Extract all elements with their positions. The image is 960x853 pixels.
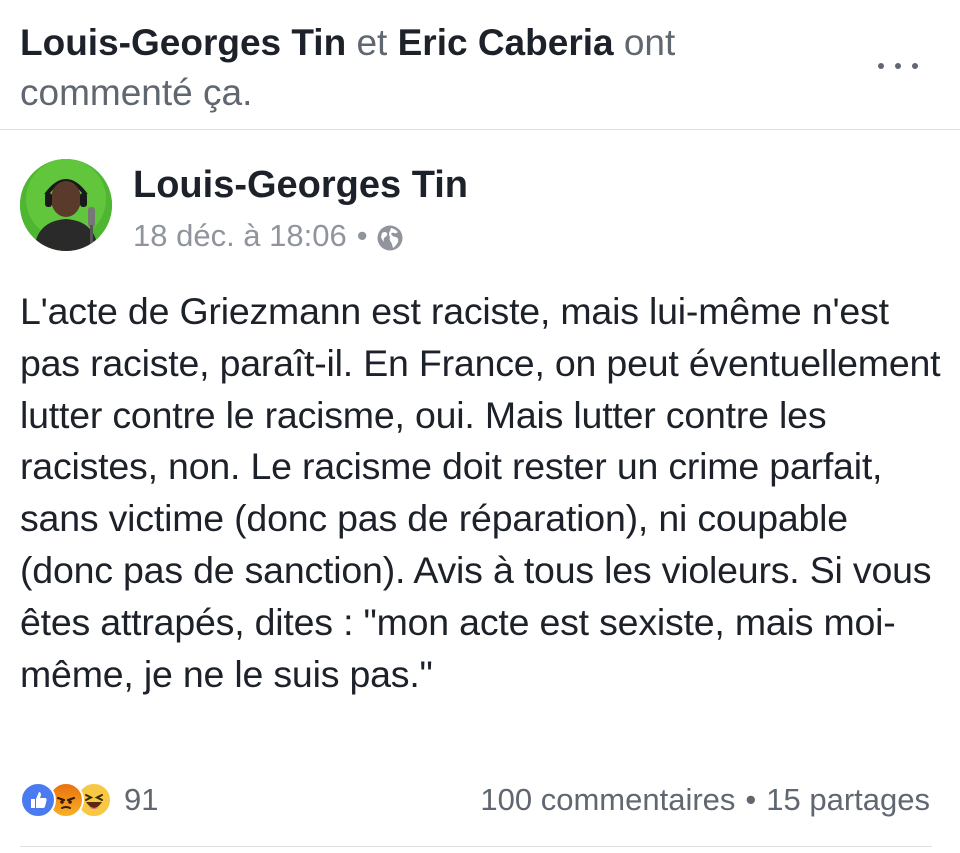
- story-action-1: ont: [623, 22, 676, 63]
- actor-1-link[interactable]: Louis-Georges Tin: [20, 22, 346, 63]
- counts-separator: •: [745, 782, 757, 817]
- engagement-counts: 100 commentaires • 15 partages: [480, 780, 930, 820]
- post-author[interactable]: Louis-Georges Tin: [133, 163, 468, 207]
- post-body: L'acte de Griezmann est raciste, mais lu…: [20, 290, 941, 695]
- globe-icon: [376, 222, 404, 251]
- comments-count[interactable]: 100 commentaires: [480, 782, 735, 818]
- divider: [20, 846, 932, 847]
- like-icon: [20, 782, 56, 818]
- post-meta: 18 déc. à 18:06 •: [133, 216, 404, 256]
- meta-separator: •: [356, 218, 368, 253]
- more-options-icon[interactable]: [878, 56, 918, 76]
- reactions-summary[interactable]: 91: [20, 780, 158, 820]
- avatar[interactable]: [20, 159, 112, 251]
- reaction-count[interactable]: 91: [124, 782, 158, 818]
- conjunction: et: [356, 22, 388, 63]
- story-title: Louis-Georges Tin et Eric Caberia ont co…: [20, 18, 800, 118]
- story-header: Louis-Georges Tin et Eric Caberia ont co…: [0, 0, 960, 130]
- story-action-2: commenté ça.: [20, 72, 253, 113]
- shares-count[interactable]: 15 partages: [766, 782, 930, 818]
- post-timestamp[interactable]: 18 déc. à 18:06: [133, 216, 347, 256]
- actor-2-link[interactable]: Eric Caberia: [398, 22, 614, 63]
